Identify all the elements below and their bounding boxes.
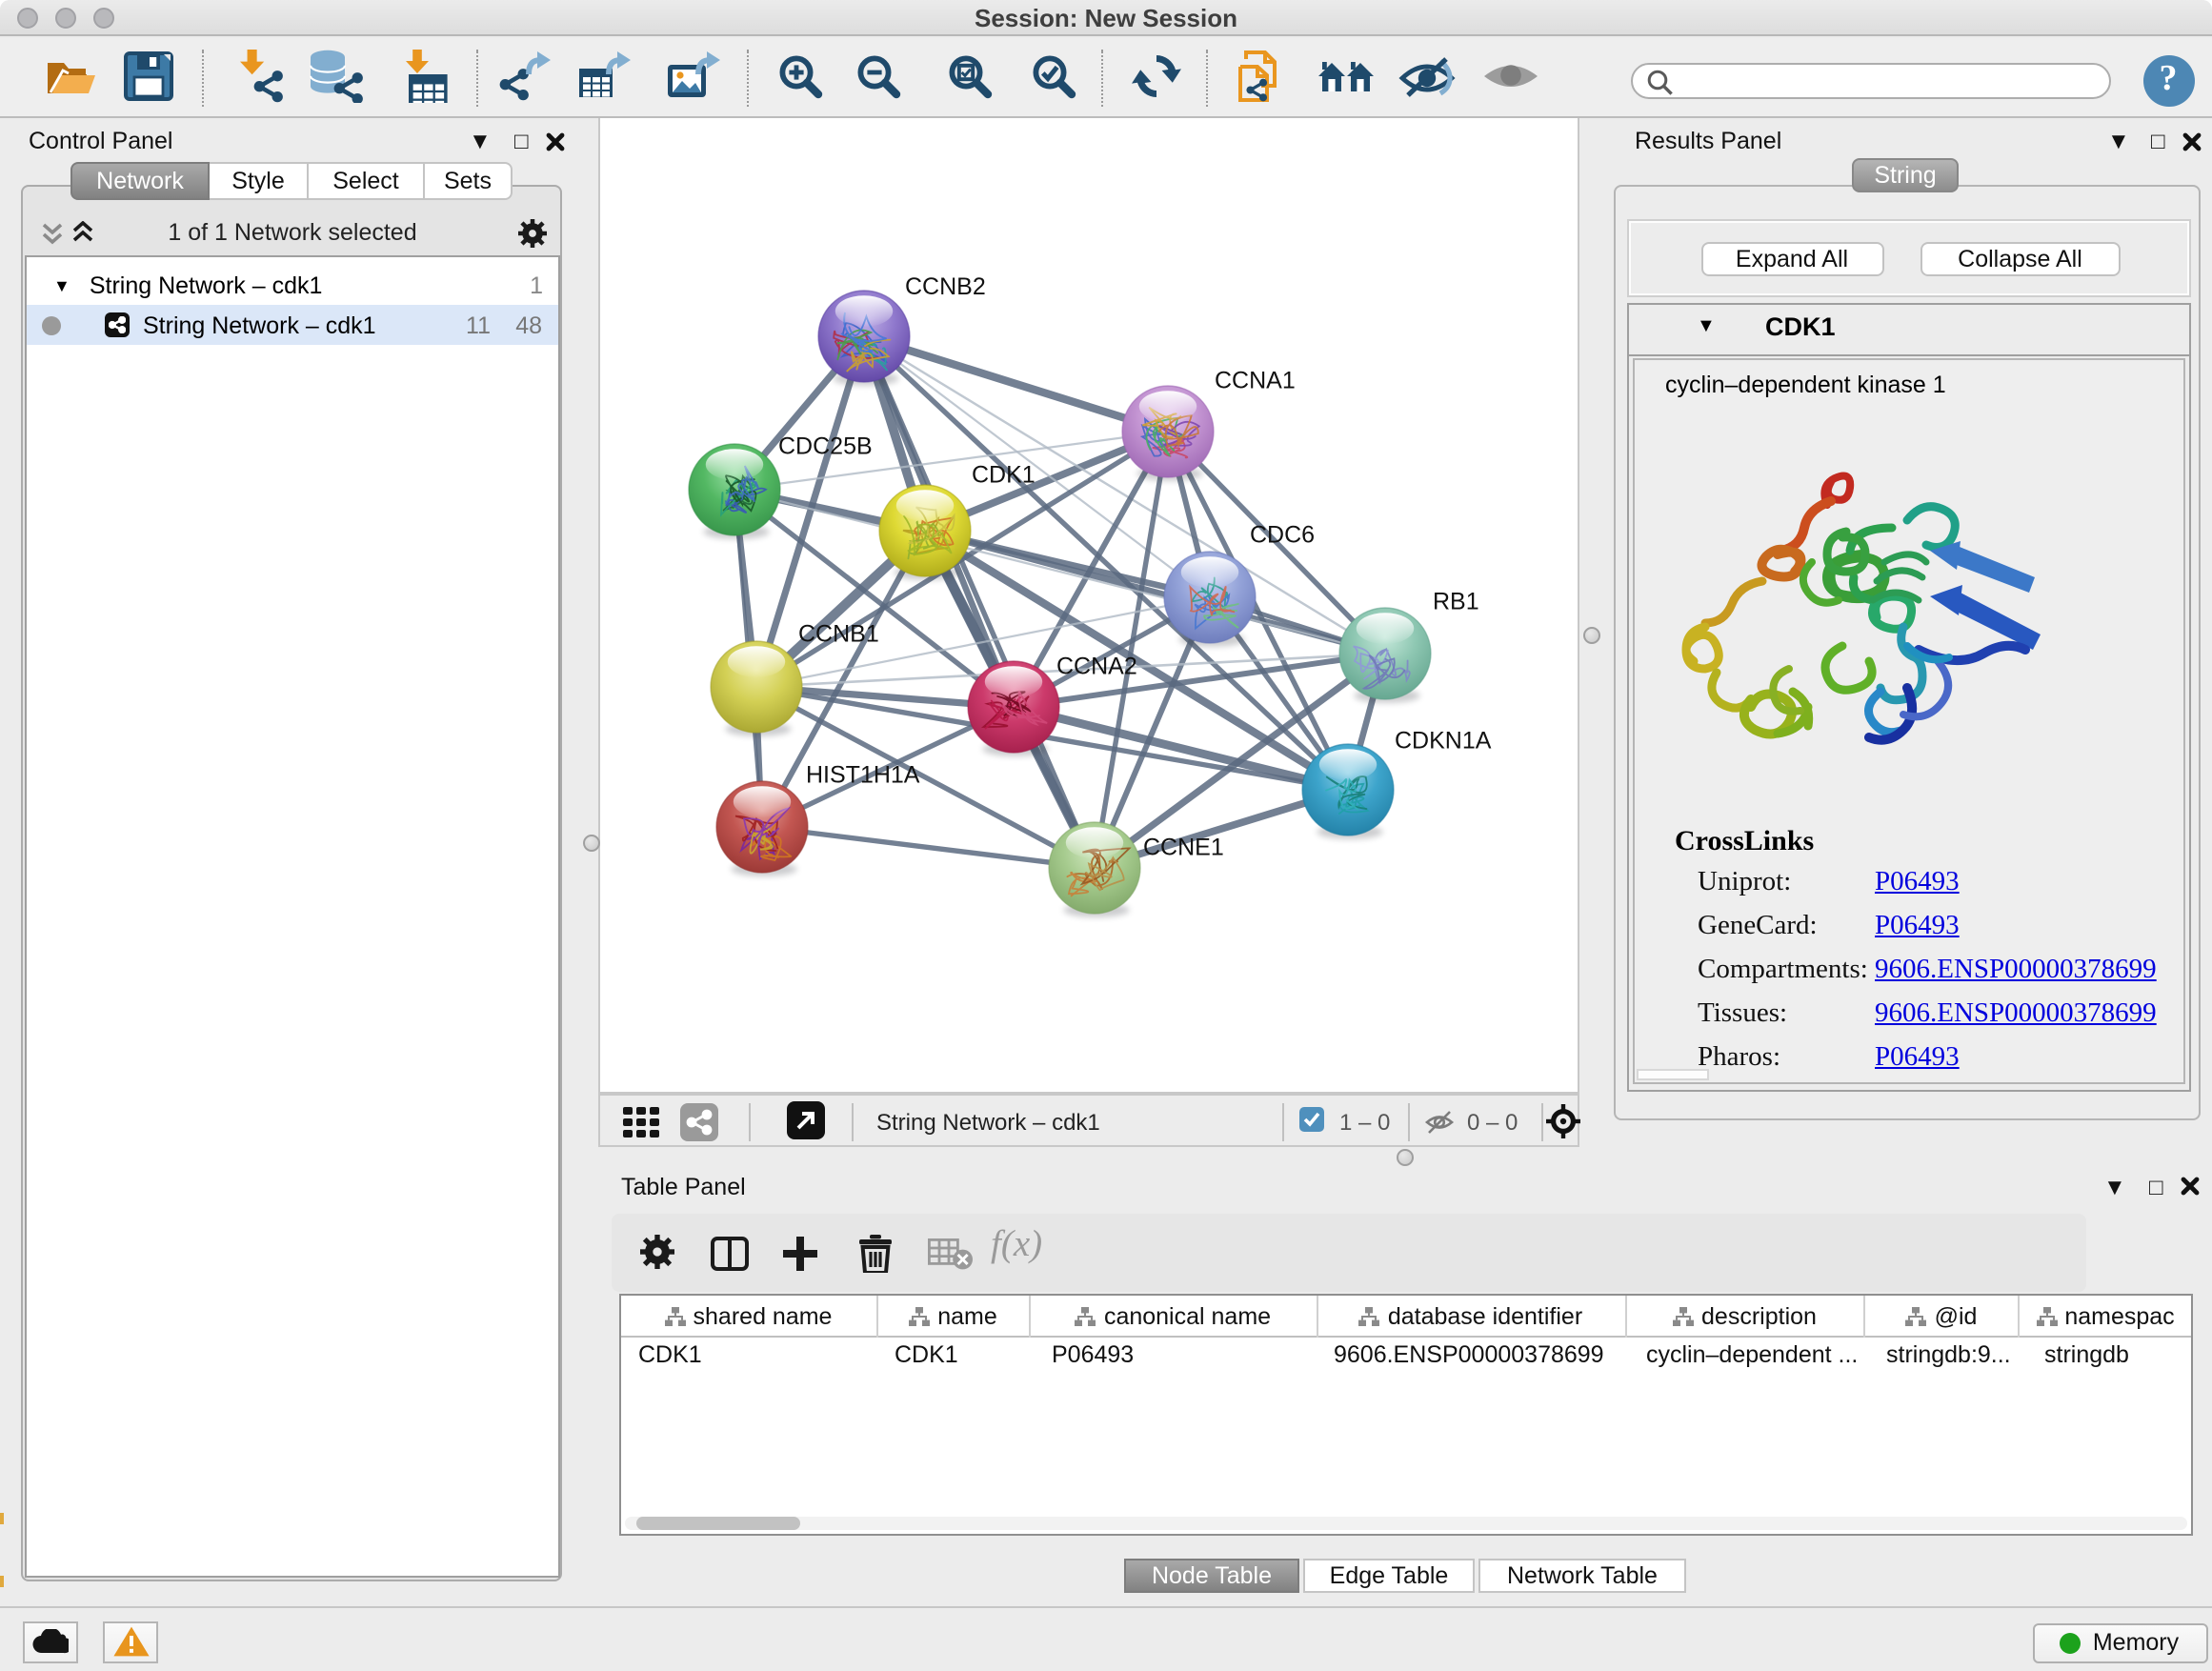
svg-text:HIST1H1A: HIST1H1A <box>806 762 920 789</box>
svg-text:CDC6: CDC6 <box>1250 522 1315 549</box>
svg-text:CDC25B: CDC25B <box>778 433 873 460</box>
svg-text:CCNA1: CCNA1 <box>1215 368 1296 394</box>
svg-text:RB1: RB1 <box>1433 589 1479 615</box>
svg-text:CCNE1: CCNE1 <box>1143 835 1224 861</box>
svg-text:CDKN1A: CDKN1A <box>1395 728 1492 755</box>
svg-text:CCNB1: CCNB1 <box>798 621 879 648</box>
svg-text:CCNB2: CCNB2 <box>905 273 986 300</box>
svg-text:CDK1: CDK1 <box>972 462 1036 489</box>
svg-text:CCNA2: CCNA2 <box>1056 654 1137 680</box>
